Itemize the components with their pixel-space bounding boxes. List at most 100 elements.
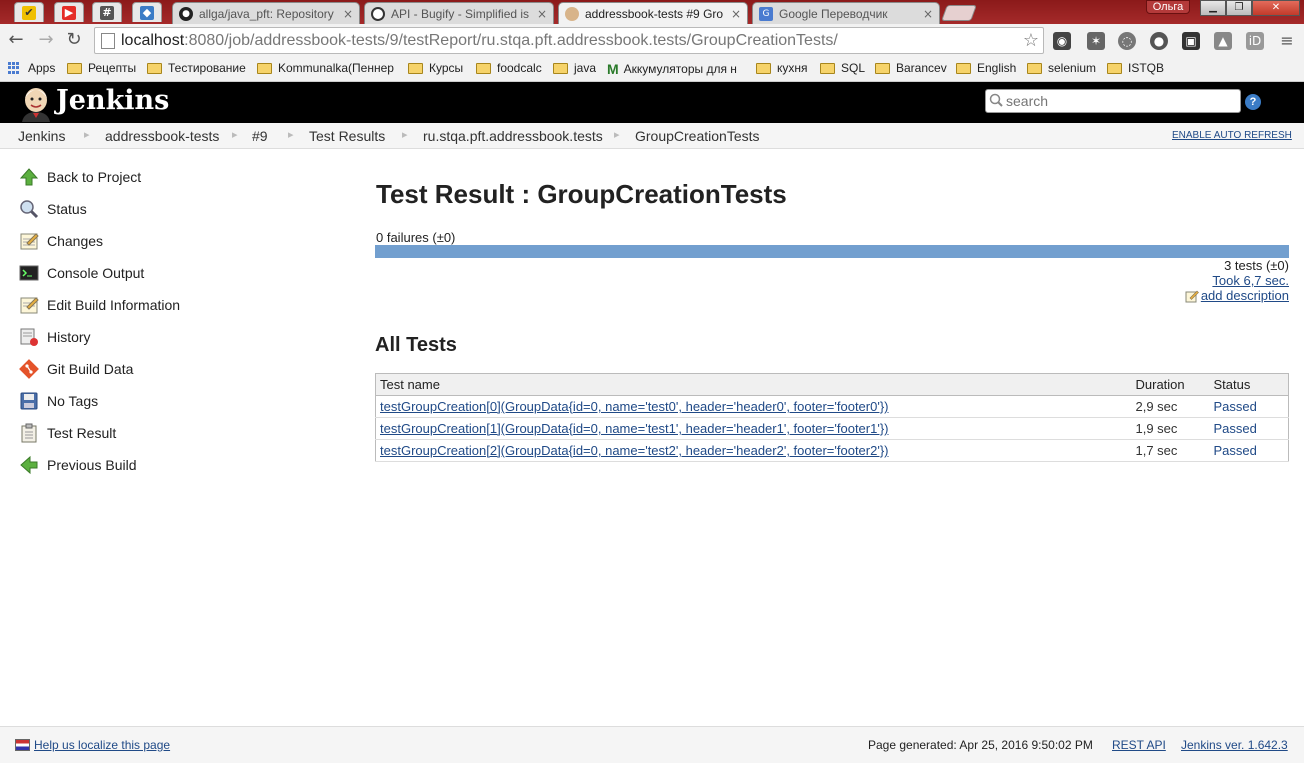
breadcrumb-job[interactable]: addressbook-tests bbox=[105, 128, 219, 144]
tab-jenkins[interactable]: addressbook-tests #9 Gro × bbox=[558, 2, 748, 24]
pocket-extension-icon[interactable]: ▣ bbox=[1182, 32, 1200, 50]
drive-extension-icon[interactable]: ▲ bbox=[1214, 32, 1232, 50]
column-header-status[interactable]: Status bbox=[1209, 373, 1289, 396]
bookmark-folder[interactable]: Тестирование bbox=[147, 61, 246, 75]
magnifier-icon bbox=[18, 198, 40, 220]
address-bar[interactable]: localhost:8080/job/addressbook-tests/9/t… bbox=[94, 27, 1044, 54]
url-path: :8080/job/addressbook-tests/9/testReport… bbox=[184, 31, 838, 49]
bookmark-folder[interactable]: SQL bbox=[820, 61, 865, 75]
bookmark-folder[interactable]: selenium bbox=[1027, 61, 1096, 75]
chevron-right-icon[interactable]: ▸ bbox=[84, 128, 90, 141]
enable-auto-refresh-link[interactable]: ENABLE AUTO REFRESH bbox=[1172, 130, 1292, 141]
bookmark-folder[interactable]: Kommunalka(Пеннер bbox=[257, 61, 397, 75]
spy-extension-icon[interactable]: ◉ bbox=[1053, 32, 1071, 50]
breadcrumb-package[interactable]: ru.stqa.pft.addressbook.tests bbox=[423, 128, 603, 144]
column-header-test-name[interactable]: Test name bbox=[375, 373, 1132, 396]
menu-icon[interactable]: ≡ bbox=[1278, 32, 1296, 50]
notepad-icon bbox=[18, 230, 40, 252]
side-no-tags[interactable]: No Tags bbox=[18, 390, 98, 412]
table-row: testGroupCreation[2](GroupData{id=0, nam… bbox=[375, 439, 1289, 462]
chevron-right-icon[interactable]: ▸ bbox=[402, 128, 408, 141]
breadcrumb-class[interactable]: GroupCreationTests bbox=[635, 128, 760, 144]
side-changes[interactable]: Changes bbox=[18, 230, 103, 252]
add-description-link[interactable]: add description bbox=[1185, 288, 1289, 303]
tab-bugify[interactable]: API - Bugify - Simplified is × bbox=[364, 2, 554, 24]
close-icon[interactable]: × bbox=[923, 7, 933, 21]
close-icon[interactable]: × bbox=[343, 7, 353, 21]
side-item-label: Test Result bbox=[47, 425, 117, 441]
side-history[interactable]: History bbox=[18, 326, 91, 348]
tab-google-translate[interactable]: G Google Переводчик × bbox=[752, 2, 940, 24]
breadcrumb-build[interactable]: #9 bbox=[252, 128, 268, 144]
column-header-duration[interactable]: Duration bbox=[1131, 373, 1210, 396]
took-duration-link[interactable]: Took 6,7 sec. bbox=[1212, 273, 1289, 288]
rest-api-link[interactable]: REST API bbox=[1112, 738, 1166, 752]
back-arrow-icon[interactable]: ← bbox=[6, 30, 26, 50]
profile-badge[interactable]: Ольга bbox=[1146, 0, 1190, 14]
side-previous-build[interactable]: Previous Build bbox=[18, 454, 137, 476]
bookmark-star-icon[interactable]: ☆ bbox=[1023, 30, 1039, 51]
close-icon[interactable]: × bbox=[731, 7, 741, 21]
breadcrumb-test-results[interactable]: Test Results bbox=[309, 128, 385, 144]
new-tab-button[interactable] bbox=[941, 5, 977, 21]
chevron-right-icon[interactable]: ▸ bbox=[614, 128, 620, 141]
minimize-button[interactable]: ▁ bbox=[1200, 0, 1226, 16]
tab-github[interactable]: ● allga/java_pft: Repository × bbox=[172, 2, 360, 24]
sync-extension-icon[interactable]: ◌ bbox=[1118, 32, 1136, 50]
reload-icon[interactable]: ↻ bbox=[64, 30, 84, 50]
localize-label[interactable]: Help us localize this page bbox=[34, 738, 170, 752]
side-git-build-data[interactable]: Git Build Data bbox=[18, 358, 133, 380]
side-status[interactable]: Status bbox=[18, 198, 87, 220]
apps-grid-icon bbox=[8, 62, 20, 74]
keep-icon: ✔ bbox=[22, 5, 36, 20]
jenkins-title[interactable]: Jenkins bbox=[56, 85, 169, 116]
test-results-table: Test name Duration Status testGroupCreat… bbox=[375, 373, 1289, 462]
bookmark-folder[interactable]: кухня bbox=[756, 61, 808, 75]
pinned-tab-slack[interactable]: # bbox=[92, 2, 122, 22]
side-test-result[interactable]: Test Result bbox=[18, 422, 116, 444]
forward-arrow-icon[interactable]: → bbox=[36, 30, 56, 50]
maximize-button[interactable]: ❐ bbox=[1226, 0, 1252, 16]
search-input[interactable] bbox=[985, 89, 1241, 113]
window-close-button[interactable]: ✕ bbox=[1252, 0, 1300, 16]
test-name-link[interactable]: testGroupCreation[1](GroupData{id=0, nam… bbox=[380, 421, 889, 436]
id-extension-icon[interactable]: iD bbox=[1246, 32, 1264, 50]
jenkins-version-link[interactable]: Jenkins ver. 1.642.3 bbox=[1181, 738, 1288, 752]
pinned-tab-keep[interactable]: ✔ bbox=[14, 2, 44, 22]
bookmark-label: Apps bbox=[28, 61, 56, 75]
breadcrumb-jenkins[interactable]: Jenkins bbox=[18, 128, 65, 144]
bookmark-folder[interactable]: ISTQB bbox=[1107, 61, 1164, 75]
bookmark-folder[interactable]: Курсы bbox=[408, 61, 463, 75]
close-icon[interactable]: × bbox=[537, 7, 547, 21]
test-name-link[interactable]: testGroupCreation[2](GroupData{id=0, nam… bbox=[380, 443, 889, 458]
tab-title: addressbook-tests #9 Gro bbox=[585, 6, 724, 21]
localize-link[interactable]: Help us localize this page bbox=[15, 738, 170, 752]
side-back-to-project[interactable]: Back to Project bbox=[18, 166, 141, 188]
chevron-right-icon[interactable]: ▸ bbox=[288, 128, 294, 141]
bookmark-folder[interactable]: foodcalc bbox=[476, 61, 542, 75]
test-name-link[interactable]: testGroupCreation[0](GroupData{id=0, nam… bbox=[380, 399, 889, 414]
pinned-tab-app[interactable]: ◆ bbox=[132, 2, 162, 22]
side-console-output[interactable]: Console Output bbox=[18, 262, 144, 284]
jenkins-icon bbox=[565, 6, 579, 21]
bookmark-folder[interactable]: Barancev bbox=[875, 61, 947, 75]
bookmark-folder[interactable]: English bbox=[956, 61, 1016, 75]
folder-icon bbox=[408, 62, 423, 74]
bookmark-link[interactable]: M Аккумуляторы для н bbox=[607, 61, 747, 77]
folder-icon bbox=[67, 62, 82, 74]
table-row: testGroupCreation[1](GroupData{id=0, nam… bbox=[375, 417, 1289, 440]
magic-extension-icon[interactable]: ✶ bbox=[1087, 32, 1105, 50]
chevron-right-icon[interactable]: ▸ bbox=[232, 128, 238, 141]
side-edit-build-information[interactable]: Edit Build Information bbox=[18, 294, 180, 316]
bookmark-label: Курсы bbox=[429, 61, 464, 75]
help-icon[interactable]: ? bbox=[1245, 94, 1261, 110]
notepad-edit-icon bbox=[1185, 290, 1199, 302]
bookmark-apps[interactable]: Apps bbox=[8, 61, 55, 75]
globe-extension-icon[interactable]: ● bbox=[1150, 32, 1168, 50]
bookmark-folder[interactable]: java bbox=[553, 61, 596, 75]
pinned-tab-youtube[interactable]: ▶ bbox=[54, 2, 84, 22]
test-name-cell: testGroupCreation[2](GroupData{id=0, nam… bbox=[375, 439, 1132, 462]
bookmark-folder[interactable]: Рецепты bbox=[67, 61, 136, 75]
page-generated-text: Page generated: Apr 25, 2016 9:50:02 PM bbox=[868, 738, 1093, 752]
jenkins-butler-logo[interactable] bbox=[18, 84, 54, 122]
